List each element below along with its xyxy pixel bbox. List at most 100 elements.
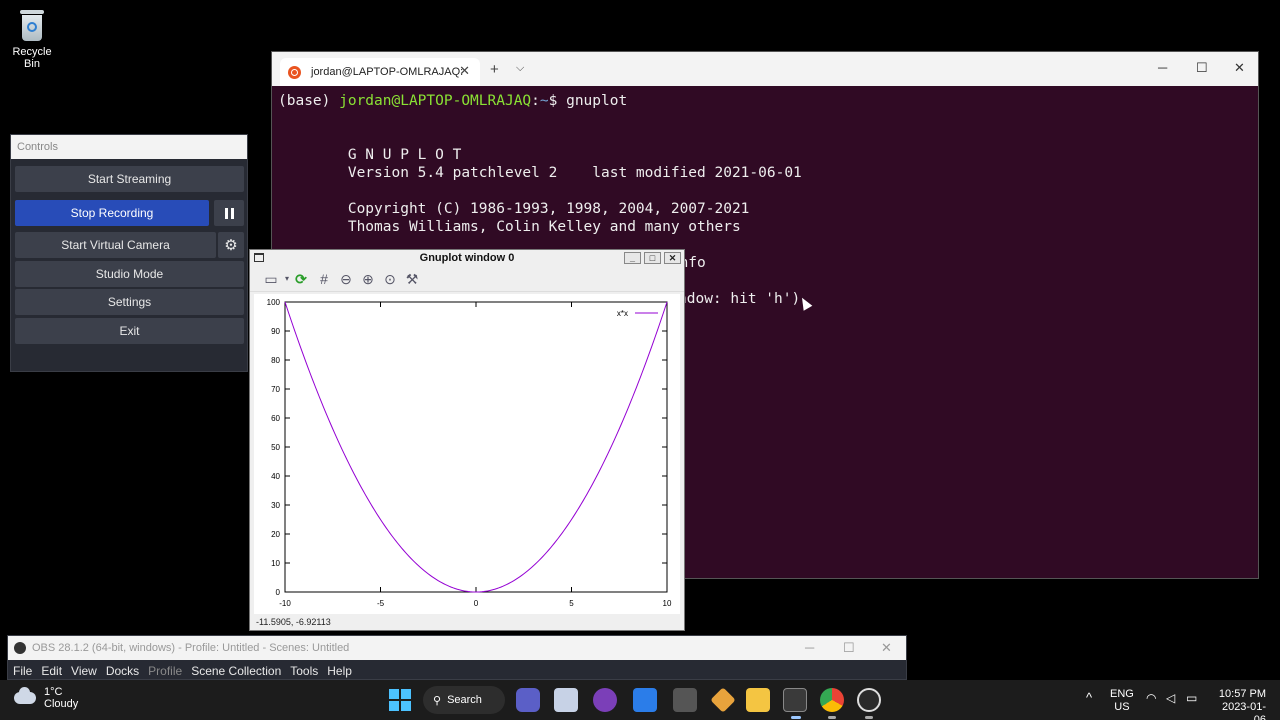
zoom-next-icon[interactable]: ⊕	[359, 270, 377, 288]
stop-recording-button[interactable]: Stop Recording	[15, 200, 209, 226]
chrome-icon[interactable]	[820, 688, 844, 712]
start-button[interactable]	[388, 688, 412, 712]
plot-border	[284, 301, 668, 593]
gnuplot-window[interactable]: Gnuplot window 0 _ □ ✕ ▭ ▾ ⟳ # ⊖ ⊕ ⊙ ⚒ -…	[249, 249, 685, 631]
obs-logo-icon	[14, 642, 26, 654]
menu-profile[interactable]: Profile	[148, 664, 182, 678]
snipping-tool-icon[interactable]	[554, 688, 578, 712]
gnuplot-maximize-button[interactable]: □	[644, 252, 661, 264]
menu-tools[interactable]: Tools	[290, 664, 318, 678]
pause-icon	[223, 207, 235, 219]
teams-chat-icon[interactable]	[516, 688, 540, 712]
terminal-maximize-button[interactable]: ☐	[1196, 60, 1208, 76]
options-wrench-icon[interactable]: ⚒	[403, 270, 421, 288]
exit-button[interactable]: Exit	[15, 318, 244, 344]
series-line	[284, 301, 668, 593]
terminal-close-button[interactable]: ✕	[1234, 60, 1245, 76]
github-desktop-icon[interactable]	[593, 688, 617, 712]
prompt-path: ~	[539, 93, 549, 109]
language-indicator[interactable]: ENG US	[1110, 688, 1134, 714]
settings-button[interactable]: Settings	[15, 289, 244, 315]
x-tick-label: -5	[377, 599, 385, 608]
grid-icon[interactable]: #	[315, 270, 333, 288]
tab-dropdown-icon[interactable]: ⌵	[516, 62, 524, 75]
obs-maximize-button[interactable]: ☐	[843, 640, 855, 656]
start-streaming-button[interactable]: Start Streaming	[15, 166, 244, 192]
search-label: Search	[447, 694, 482, 706]
weather-condition: Cloudy	[44, 698, 79, 710]
gnuplot-version: Version 5.4 patchlevel 2 last modified 2…	[278, 165, 802, 181]
clock-time: 10:57 PM	[1218, 688, 1266, 700]
window-menu-icon[interactable]	[254, 253, 264, 262]
studio-mode-button[interactable]: Studio Mode	[15, 261, 244, 287]
y-tick-label: 90	[271, 327, 280, 336]
menu-scene-collection[interactable]: Scene Collection	[191, 664, 281, 678]
prompt-user: jordan@LAPTOP-OMLRAJAQ	[339, 93, 532, 109]
gear-icon: ⚙	[224, 237, 238, 254]
zoom-previous-icon[interactable]: ⊖	[337, 270, 355, 288]
menu-edit[interactable]: Edit	[41, 664, 62, 678]
obs-main-window[interactable]: OBS 28.1.2 (64-bit, windows) - Profile: …	[7, 635, 907, 680]
battery-icon[interactable]: ▭	[1186, 692, 1197, 705]
prompt-env: (base)	[278, 93, 340, 109]
obs-menubar: File Edit View Docks Profile Scene Colle…	[8, 660, 906, 681]
autoscale-icon[interactable]: ⊙	[381, 270, 399, 288]
prompt-sep: :	[531, 93, 540, 109]
menu-help[interactable]: Help	[327, 664, 352, 678]
gnuplot-close-button[interactable]: ✕	[664, 252, 681, 264]
prompt-line: (base) jordan@LAPTOP-OMLRAJAQ:~$ gnuplot	[278, 92, 1258, 110]
prompt-command: $ gnuplot	[548, 93, 628, 109]
plot-area[interactable]: -10 -5 0 5 10 0 10 20 30 40 50 60 70 80 90 100 x*x	[254, 294, 680, 614]
search-button[interactable]: ⚲ Search	[423, 686, 505, 714]
x-tick-label: 0	[474, 599, 479, 608]
file-explorer-icon[interactable]	[746, 688, 770, 712]
start-virtual-camera-button[interactable]: Start Virtual Camera	[15, 232, 216, 258]
x-tick-label: 10	[663, 599, 672, 608]
gnuplot-toolbar: ▭ ▾ ⟳ # ⊖ ⊕ ⊙ ⚒	[250, 266, 684, 292]
terminal-titlebar[interactable]: jordan@LAPTOP-OMLRAJAQ: ✕ + ⌵ ─ ☐ ✕	[272, 52, 1258, 86]
weather-temperature: 1°C	[44, 686, 63, 698]
obs-titlebar[interactable]: OBS 28.1.2 (64-bit, windows) - Profile: …	[8, 636, 906, 660]
recycle-bin-shortcut[interactable]: Recycle Bin	[4, 4, 60, 70]
terminal-tab[interactable]: jordan@LAPTOP-OMLRAJAQ: ✕	[280, 58, 480, 86]
gnuplot-copyright: Copyright (C) 1986-1993, 1998, 2004, 200…	[278, 201, 750, 217]
mouse-coordinates: -11.5905, -6.92113	[256, 617, 331, 627]
obs-minimize-button[interactable]: ─	[805, 640, 814, 655]
weather-widget[interactable]: 1°C Cloudy	[14, 686, 78, 710]
plot-svg: -10 -5 0 5 100102030405060708090100x*x	[267, 298, 672, 608]
new-tab-button[interactable]: +	[490, 61, 499, 78]
chrome-indicator	[828, 716, 836, 719]
replot-icon[interactable]: ⟳	[292, 270, 310, 288]
menu-file[interactable]: File	[13, 664, 32, 678]
y-tick-label: 40	[271, 472, 280, 481]
obs-close-button[interactable]: ✕	[881, 640, 892, 656]
terminal-minimize-button[interactable]: ─	[1158, 60, 1167, 75]
cloud-icon	[14, 687, 36, 704]
menu-docks[interactable]: Docks	[106, 664, 139, 678]
obs-taskbar-icon[interactable]	[857, 688, 881, 712]
gnuplot-authors: Thomas Williams, Colin Kelley and many o…	[278, 219, 741, 235]
volume-icon[interactable]: ◁	[1166, 692, 1175, 705]
notepad-icon[interactable]	[633, 688, 657, 712]
gnuplot-banner: G N U P L O T	[278, 147, 462, 163]
gnuplot-title: Gnuplot window 0	[419, 252, 515, 264]
obs-title: OBS 28.1.2 (64-bit, windows) - Profile: …	[32, 642, 350, 654]
virtual-camera-settings-button[interactable]: ⚙	[218, 232, 244, 258]
window-app-icon[interactable]	[673, 688, 697, 712]
git-gui-icon[interactable]	[710, 687, 736, 713]
y-tick-label: 50	[271, 443, 280, 452]
y-tick-label: 30	[271, 501, 280, 510]
legend-label: x*x	[617, 309, 628, 318]
tab-close-icon[interactable]: ✕	[459, 63, 470, 79]
menu-view[interactable]: View	[71, 664, 97, 678]
wifi-icon[interactable]: ◠	[1146, 692, 1156, 705]
terminal-app-icon[interactable]	[783, 688, 807, 712]
terminal-active-indicator	[791, 716, 801, 719]
x-tick-label: -10	[279, 599, 291, 608]
show-hidden-icons-chevron[interactable]: ^	[1086, 691, 1092, 704]
gnuplot-titlebar[interactable]: Gnuplot window 0 _ □ ✕	[250, 250, 684, 266]
pause-recording-button[interactable]	[214, 200, 244, 226]
ubuntu-icon	[288, 65, 301, 79]
clock[interactable]: 10:57 PM 2023-01-06	[1212, 688, 1266, 720]
gnuplot-minimize-button[interactable]: _	[624, 252, 641, 264]
